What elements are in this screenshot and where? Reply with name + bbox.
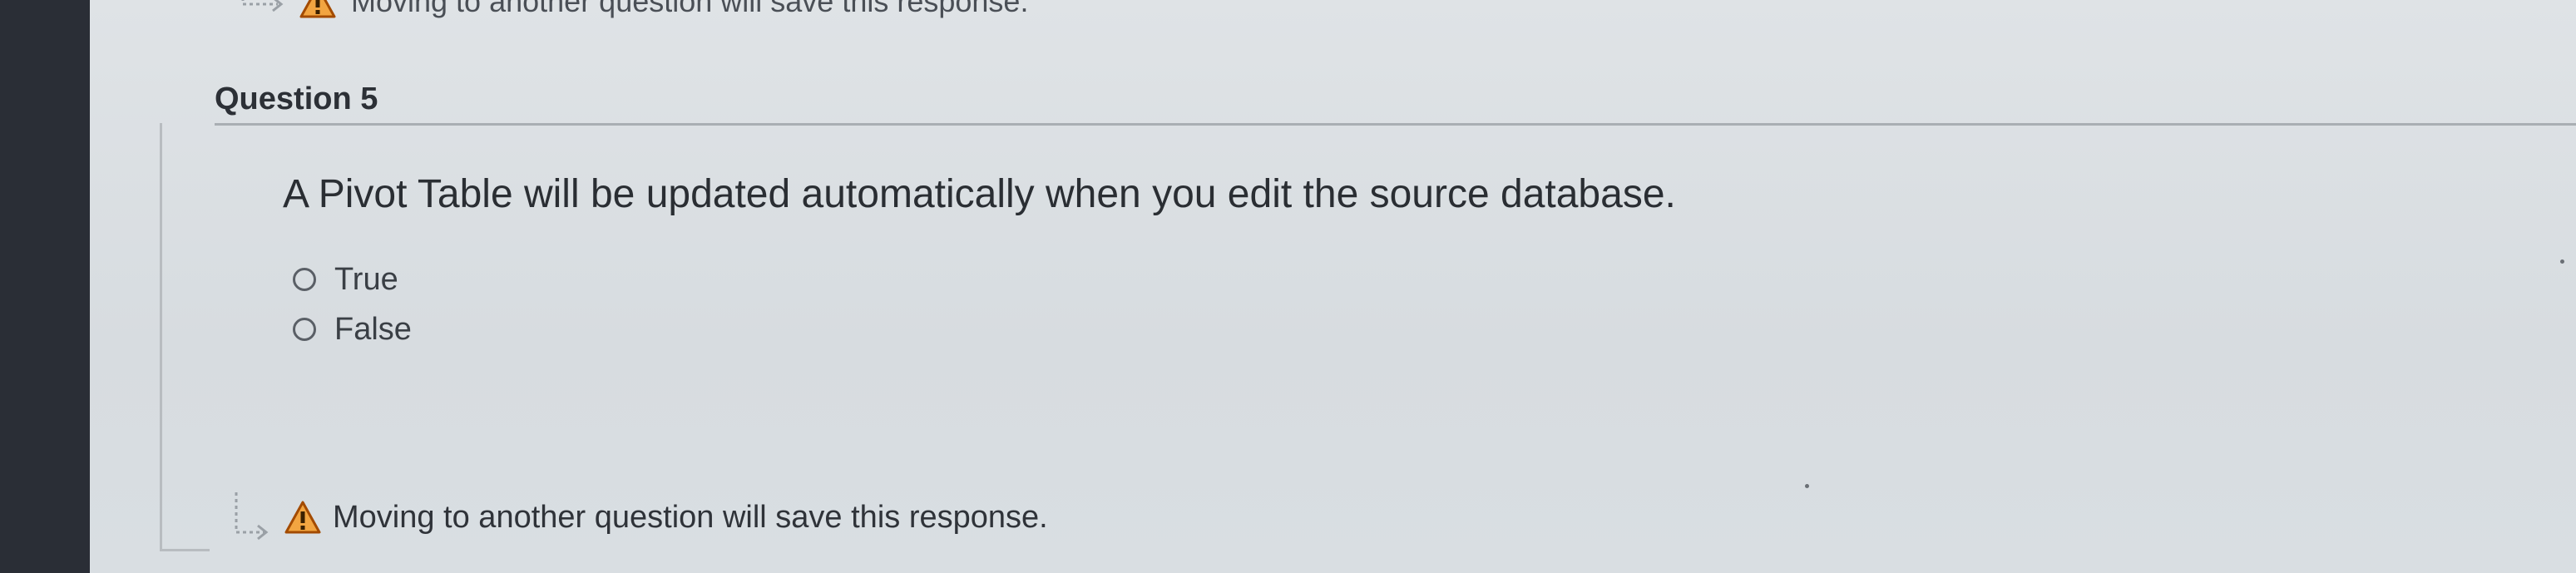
question-title: Question 5: [215, 82, 378, 116]
radio-button-true[interactable]: [293, 268, 316, 291]
arrow-icon: [235, 492, 269, 541]
arrow-icon: [241, 0, 284, 12]
decorative-dot: [2560, 259, 2564, 264]
answer-label-false[interactable]: False: [334, 312, 412, 348]
question-frame-left-border: [160, 123, 162, 549]
question-header: Question 5: [215, 80, 2576, 126]
answer-label-true[interactable]: True: [334, 262, 398, 298]
warning-icon: [299, 0, 336, 18]
decorative-dot: [1805, 484, 1809, 488]
question-frame-bottom-border: [160, 549, 210, 551]
save-response-warning: Moving to another question will save thi…: [231, 482, 1048, 552]
radio-button-false[interactable]: [293, 318, 316, 341]
answer-options: True False: [293, 254, 412, 354]
warning-text: Moving to another question will save thi…: [333, 499, 1048, 535]
answer-option-false[interactable]: False: [293, 304, 412, 354]
previous-question-save-warning: Moving to another question will save thi…: [241, 0, 1028, 23]
answer-option-true[interactable]: True: [293, 254, 412, 304]
warning-text: Moving to another question will save thi…: [351, 0, 1029, 18]
question-text: A Pivot Table will be updated automatica…: [283, 172, 1676, 216]
warning-icon: [284, 501, 321, 534]
left-sidebar: [0, 0, 90, 573]
